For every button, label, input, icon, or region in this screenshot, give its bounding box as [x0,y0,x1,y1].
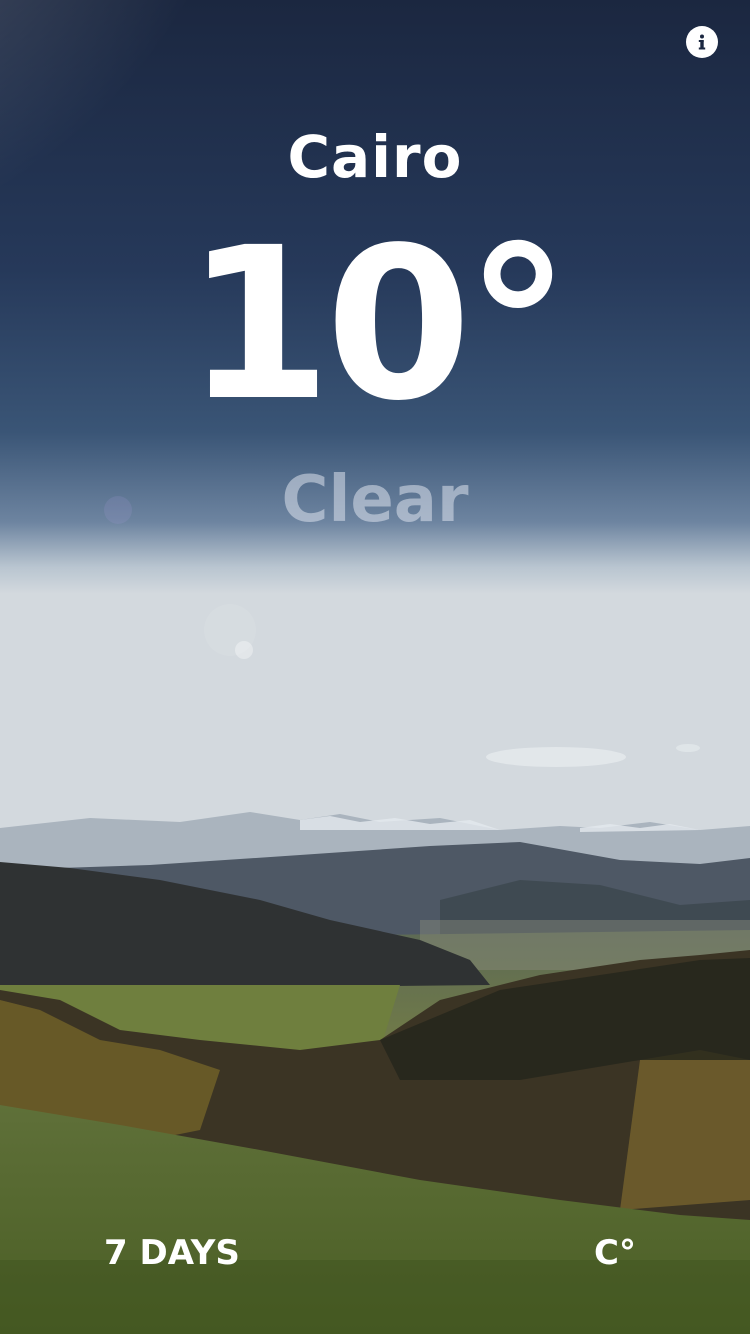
city-name: Cairo [287,123,463,191]
info-button[interactable] [686,26,718,58]
background-landscape-image [0,0,750,1334]
seven-days-forecast-button[interactable]: 7 DAYS [104,1232,240,1274]
weather-condition: Clear [281,463,469,537]
temperature-unit-toggle[interactable]: C° [594,1232,636,1274]
info-icon [698,34,706,50]
current-temperature: 10° [185,202,570,447]
